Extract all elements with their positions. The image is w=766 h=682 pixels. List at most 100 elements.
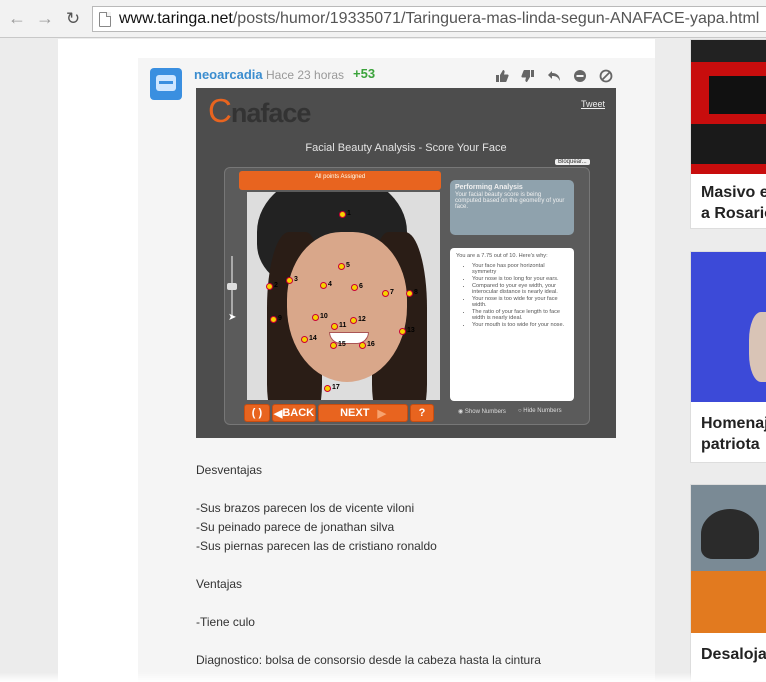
face-point-dot[interactable] bbox=[320, 282, 327, 289]
previous-comment-fragment bbox=[188, 33, 388, 39]
back-button[interactable]: ◀ BACK bbox=[272, 404, 316, 422]
face-point-dot[interactable] bbox=[266, 283, 273, 290]
face-point-dot[interactable] bbox=[286, 277, 293, 284]
sidebar-title-2b: patriota bbox=[701, 436, 760, 453]
face-point-dot[interactable] bbox=[359, 342, 366, 349]
police-vest bbox=[691, 571, 766, 633]
face-point-label: 14 bbox=[309, 335, 317, 342]
bottom-fade bbox=[0, 672, 766, 682]
face-point-label: 9 bbox=[278, 315, 282, 322]
face-point-dot[interactable] bbox=[350, 317, 357, 324]
reload-icon[interactable]: ↻ bbox=[62, 8, 84, 30]
sidebar-image-3 bbox=[691, 485, 766, 633]
face-point-dot[interactable] bbox=[301, 336, 308, 343]
thumbs-up-icon[interactable] bbox=[494, 68, 510, 84]
photo-face bbox=[287, 232, 407, 382]
face-point-label: 13 bbox=[407, 327, 415, 334]
comment-score: +53 bbox=[353, 66, 376, 81]
show-numbers-radio[interactable]: ◉ Show Numbers bbox=[458, 408, 506, 415]
reason-item: Your face has poor horizontal symmetry bbox=[472, 263, 568, 275]
sidebar-card-2[interactable]: Homenaj patriota bbox=[690, 251, 766, 463]
face-point-dot[interactable] bbox=[270, 316, 277, 323]
comment-actions bbox=[494, 68, 614, 84]
text-ventajas: Ventajas bbox=[196, 577, 243, 591]
block-icon[interactable] bbox=[598, 68, 614, 84]
thumbs-down-icon[interactable] bbox=[520, 68, 536, 84]
url-path: /posts/humor/19335071/Taringuera-mas-lin… bbox=[232, 10, 760, 27]
zoom-slider-knob[interactable] bbox=[227, 283, 237, 290]
results-panel: You are a 7.75 out of 10. Here's why: Yo… bbox=[450, 248, 574, 401]
show-numbers-label: Show Numbers bbox=[464, 409, 506, 415]
text-d3: -Sus piernas parecen las de cristiano ro… bbox=[196, 539, 437, 553]
text-d2: -Su peinado parece de jonathan silva bbox=[196, 520, 395, 534]
forward-arrow-icon[interactable]: → bbox=[34, 8, 56, 30]
face-point-dot[interactable] bbox=[382, 290, 389, 297]
hide-numbers-label: Hide Numbers bbox=[523, 408, 562, 414]
reset-button[interactable]: ( ) bbox=[244, 404, 270, 422]
sidebar-title-1b: a Rosario bbox=[701, 205, 766, 222]
face-point-dot[interactable] bbox=[399, 328, 406, 335]
face-point-label: 7 bbox=[390, 289, 394, 296]
face-point-dot[interactable] bbox=[331, 323, 338, 330]
reason-item: Your mouth is too wide for your nose. bbox=[472, 322, 568, 328]
reasons-list: Your face has poor horizontal symmetry Y… bbox=[456, 263, 568, 328]
help-button[interactable]: ? bbox=[410, 404, 434, 422]
face-point-dot[interactable] bbox=[406, 290, 413, 297]
banner-letters-2 bbox=[691, 124, 766, 164]
hide-icon[interactable] bbox=[572, 68, 588, 84]
face-point-dot[interactable] bbox=[351, 284, 358, 291]
performing-title: Performing Analysis bbox=[455, 184, 523, 191]
radio-checked-icon: ◉ bbox=[458, 409, 465, 415]
score-text: You are a 7.75 out of 10. Here's why: bbox=[456, 253, 548, 259]
anaface-title: Facial Beauty Analysis - Score Your Face bbox=[305, 142, 507, 154]
next-label: NEXT bbox=[340, 407, 370, 419]
text-diagnostico: Diagnostico: bolsa de consorsio desde la… bbox=[196, 653, 541, 667]
avatar[interactable] bbox=[150, 68, 182, 100]
next-button[interactable]: NEXT ▶ bbox=[318, 404, 408, 422]
sidebar-title-1a: Masivo e bbox=[701, 184, 766, 201]
banner-letters-1 bbox=[709, 76, 766, 114]
sidebar-image-2 bbox=[691, 252, 766, 402]
sidebar-title-3a: Desaloja bbox=[701, 646, 766, 663]
anaface-logo-mark: C bbox=[208, 92, 232, 129]
next-arrow: ▶ bbox=[377, 407, 386, 420]
banner-strip bbox=[691, 40, 766, 62]
tweet-link[interactable]: Tweet bbox=[581, 99, 605, 109]
back-arrow-icon[interactable]: ← bbox=[6, 8, 28, 30]
sidebar-card-1[interactable]: Masivo e a Rosario bbox=[690, 39, 766, 229]
performing-analysis-panel: Performing Analysis Your facial beauty s… bbox=[450, 180, 574, 235]
anaface-buttons: ( ) ◀ BACK NEXT ▶ ? bbox=[244, 404, 434, 422]
cursor-icon: ➤ bbox=[228, 312, 237, 323]
sidebar-title-2a: Homenaj bbox=[701, 415, 766, 432]
face-point-label: 12 bbox=[358, 316, 366, 323]
face-point-label: 10 bbox=[320, 313, 328, 320]
face-point-label: 11 bbox=[339, 322, 347, 329]
face-point-label: 4 bbox=[328, 281, 332, 288]
face-point-dot[interactable] bbox=[324, 385, 331, 392]
sidebar-card-3[interactable]: Desaloja bbox=[690, 484, 766, 682]
bloquear-button[interactable]: Bloquear... bbox=[555, 159, 590, 165]
text-d1: -Sus brazos parecen los de vicente vilon… bbox=[196, 501, 415, 515]
url-host: www.taringa.net bbox=[119, 10, 233, 27]
face-point-label: 2 bbox=[274, 282, 278, 289]
reason-item: Compared to your eye width, your interoc… bbox=[472, 283, 568, 295]
assigned-header: All points Assigned bbox=[239, 171, 441, 190]
back-label: BACK bbox=[282, 407, 315, 419]
comment-username[interactable]: neoarcadia bbox=[194, 67, 263, 82]
back-arrow: ◀ bbox=[273, 407, 283, 420]
anaface-image: Cnaface Tweet Facial Beauty Analysis - S… bbox=[196, 88, 616, 438]
police-helmet bbox=[701, 509, 759, 559]
face-point-label: 5 bbox=[346, 262, 350, 269]
face-point-dot[interactable] bbox=[338, 263, 345, 270]
reason-item: Your nose is too wide for your face widt… bbox=[472, 296, 568, 308]
address-bar[interactable]: www.taringa.net/posts/humor/19335071/Tar… bbox=[92, 6, 766, 32]
sidebar-image-1 bbox=[691, 40, 766, 174]
reply-icon[interactable] bbox=[546, 68, 562, 84]
hide-numbers-radio[interactable]: ○ Hide Numbers bbox=[518, 408, 562, 414]
face-point-dot[interactable] bbox=[339, 211, 346, 218]
face-point-dot[interactable] bbox=[312, 314, 319, 321]
anaface-logo: Cnaface bbox=[208, 92, 311, 130]
face-point-dot[interactable] bbox=[330, 342, 337, 349]
text-v1: -Tiene culo bbox=[196, 615, 255, 629]
face-point-label: 15 bbox=[338, 341, 346, 348]
